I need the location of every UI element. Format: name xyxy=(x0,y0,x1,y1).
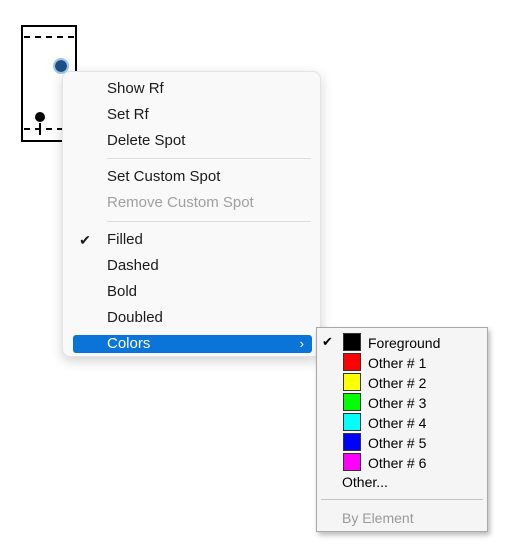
origin-spot[interactable] xyxy=(35,112,45,122)
color-item-other-5[interactable]: Other # 5 xyxy=(317,432,487,452)
menu-item-label: Dashed xyxy=(107,257,159,274)
checkmark-icon: ✔ xyxy=(322,334,333,349)
menu-item-label: Bold xyxy=(107,283,138,300)
menu-item-dashed[interactable]: Dashed xyxy=(73,254,312,278)
color-item-label: Other # 4 xyxy=(368,415,427,431)
color-swatch xyxy=(343,393,361,411)
color-item-other-2[interactable]: Other # 2 xyxy=(317,372,487,392)
menu-item-label: Colors xyxy=(107,335,151,352)
selected-spot[interactable] xyxy=(53,58,69,74)
color-item-other-1[interactable]: Other # 1 xyxy=(317,352,487,372)
color-swatch xyxy=(343,333,361,351)
menu-separator xyxy=(321,499,483,500)
color-item-label: By Element xyxy=(342,510,414,526)
menu-item-filled[interactable]: ✔ Filled xyxy=(73,228,312,252)
menu-item-set-rf[interactable]: Set Rf xyxy=(73,103,312,127)
color-item-other-4[interactable]: Other # 4 xyxy=(317,412,487,432)
menu-item-label: Set Custom Spot xyxy=(107,168,221,185)
checkmark-icon: ✔ xyxy=(79,232,91,248)
color-swatch xyxy=(343,433,361,451)
color-swatch xyxy=(343,373,361,391)
menu-item-label: Remove Custom Spot xyxy=(107,194,254,211)
menu-item-label: Filled xyxy=(107,231,143,248)
menu-item-bold[interactable]: Bold xyxy=(73,280,312,304)
lane-tick xyxy=(39,123,41,135)
color-item-label: Other # 2 xyxy=(368,375,427,391)
solvent-front-line xyxy=(24,36,74,38)
color-item-foreground[interactable]: ✔ Foreground xyxy=(317,332,487,352)
menu-item-label: Delete Spot xyxy=(107,132,186,149)
color-swatch xyxy=(343,353,361,371)
color-swatch xyxy=(343,413,361,431)
color-item-other-3[interactable]: Other # 3 xyxy=(317,392,487,412)
spot-context-menu: Show Rf Set Rf Delete Spot Set Custom Sp… xyxy=(62,71,321,357)
menu-item-doubled[interactable]: Doubled xyxy=(73,306,312,330)
chevron-right-icon: › xyxy=(299,336,304,351)
color-item-label: Other # 1 xyxy=(368,355,427,371)
menu-item-delete-spot[interactable]: Delete Spot xyxy=(73,129,312,153)
color-item-by-element: By Element xyxy=(317,507,487,527)
menu-separator xyxy=(107,221,311,222)
menu-separator xyxy=(107,158,311,159)
menu-item-label: Doubled xyxy=(107,309,163,326)
color-item-other-custom[interactable]: Other... xyxy=(317,471,487,491)
color-swatch xyxy=(343,453,361,471)
color-item-label: Other # 6 xyxy=(368,455,427,471)
colors-submenu: ✔ Foreground Other # 1 Other # 2 Other #… xyxy=(316,327,488,532)
menu-item-label: Show Rf xyxy=(107,80,164,97)
menu-item-colors[interactable]: Colors › xyxy=(73,335,312,353)
color-item-label: Other # 3 xyxy=(368,395,427,411)
color-item-label: Other # 5 xyxy=(368,435,427,451)
menu-item-label: Set Rf xyxy=(107,106,149,123)
menu-item-remove-custom-spot: Remove Custom Spot xyxy=(73,191,312,215)
color-item-other-6[interactable]: Other # 6 xyxy=(317,452,487,472)
menu-item-set-custom-spot[interactable]: Set Custom Spot xyxy=(73,165,312,189)
menu-item-show-rf[interactable]: Show Rf xyxy=(73,77,312,101)
color-item-label: Other... xyxy=(342,474,388,490)
color-item-label: Foreground xyxy=(368,335,441,351)
